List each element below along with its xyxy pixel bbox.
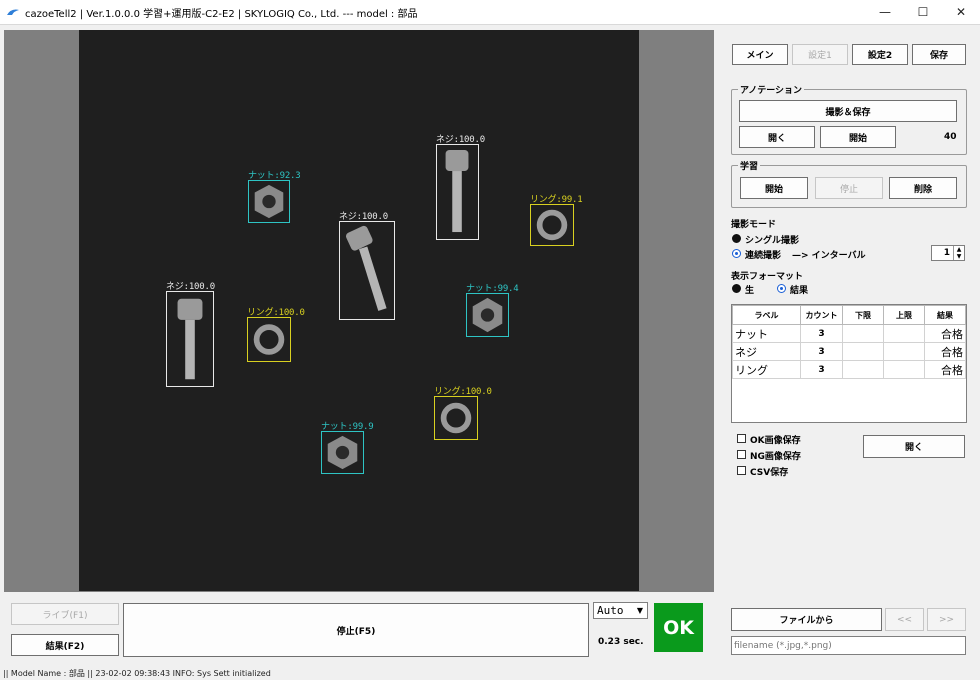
ok-image-save-checkbox[interactable] <box>737 434 746 443</box>
tab-settings2[interactable]: 設定2 <box>852 44 908 65</box>
title-bar: cazoeTell2 | Ver.1.0.0.0 学習+運用版-C2-E2 | … <box>0 0 980 24</box>
single-capture-radio[interactable] <box>732 234 741 243</box>
csv-save-label: CSV保存 <box>750 468 789 478</box>
detection-box: ナット:92.3 <box>248 171 301 223</box>
tab-main[interactable]: メイン <box>732 44 788 65</box>
annotation-start-button[interactable]: 開始 <box>820 126 896 148</box>
capture-save-button[interactable]: 撮影＆保存 <box>739 100 957 122</box>
from-file-button[interactable]: ファイルから <box>731 608 882 631</box>
screw-object <box>177 298 203 380</box>
detection-label: ナット:99.9 <box>321 422 374 432</box>
spinner-arrows-icon[interactable]: ▲ ▼ <box>953 246 964 260</box>
close-button[interactable]: ✕ <box>942 0 980 24</box>
mode-select[interactable]: Auto ▼ <box>593 602 648 619</box>
raw-format-label: 生 <box>745 286 755 296</box>
main-window: ナット:92.3 ネジ:100.0 ネジ:100.0 リング:99.1 ネジ:1… <box>0 24 980 680</box>
column-header: 結果 <box>924 305 966 325</box>
maximize-button[interactable]: ☐ <box>904 0 942 24</box>
column-header: 上限 <box>883 305 925 325</box>
screw-object <box>345 225 387 311</box>
chevron-down-icon[interactable]: ▼ <box>633 603 647 618</box>
tab-settings1[interactable]: 設定1 <box>792 44 848 65</box>
annotation-title: アノテーション <box>738 83 805 96</box>
detection-label: リング:99.1 <box>530 195 583 205</box>
detection-label: ネジ:100.0 <box>166 282 215 292</box>
window-title: cazoeTell2 | Ver.1.0.0.0 学習+運用版-C2-E2 | … <box>25 8 418 20</box>
detection-label: ネジ:100.0 <box>339 212 388 222</box>
nut-object <box>327 435 358 470</box>
interval-stepper[interactable]: 1 ▲ ▼ <box>931 245 965 261</box>
column-header: ラベル <box>732 305 801 325</box>
capture-mode-title: 撮影モード <box>731 220 777 230</box>
ring-object <box>536 209 568 241</box>
interval-label: —> インターバル <box>792 251 866 261</box>
options-open-button[interactable]: 開く <box>863 435 965 458</box>
learning-title: 学習 <box>738 159 761 172</box>
learning-delete-button[interactable]: 削除 <box>889 177 957 199</box>
detection-box: ナット:99.9 <box>321 422 374 474</box>
annotation-open-button[interactable]: 開く <box>739 126 815 148</box>
learning-stop-button[interactable]: 停止 <box>815 177 883 199</box>
continuous-capture-label: 連続撮影 <box>745 251 782 261</box>
annotation-count: 40 <box>944 132 957 142</box>
ring-object <box>440 402 472 434</box>
mode-select-value: Auto <box>597 604 624 617</box>
verdict-indicator: OK <box>654 603 703 652</box>
camera-image: ナット:92.3 ネジ:100.0 ネジ:100.0 リング:99.1 ネジ:1… <box>79 30 639 591</box>
column-header: カウント <box>800 305 843 325</box>
app-logo-icon <box>7 9 19 15</box>
process-time: 0.23 sec. <box>598 637 644 647</box>
result-format-label: 結果 <box>790 286 809 296</box>
continuous-capture-radio[interactable] <box>732 249 741 258</box>
learning-start-button[interactable]: 開始 <box>740 177 808 199</box>
interval-value: 1 <box>943 248 950 258</box>
minimize-button[interactable]: — <box>866 0 904 24</box>
detection-label: ナット:92.3 <box>248 171 301 181</box>
save-button[interactable]: 保存 <box>912 44 966 65</box>
ng-image-save-label: NG画像保存 <box>750 452 801 462</box>
detection-label: ネジ:100.0 <box>436 135 485 145</box>
detection-box: ネジ:100.0 <box>166 282 215 387</box>
detection-box: リング:99.1 <box>530 195 583 246</box>
result-table: ラベル カウント 下限 上限 結果 ナット 3 合格 ネジ 3 合格 リング 3… <box>731 304 967 423</box>
raw-format-radio[interactable] <box>732 284 741 293</box>
result-format-radio[interactable] <box>777 284 786 293</box>
verdict-text: OK <box>663 616 694 639</box>
detection-box: ナット:99.4 <box>466 284 519 337</box>
detection-label: リング:100.0 <box>247 308 305 318</box>
nut-object <box>472 297 503 333</box>
detection-box: リング:100.0 <box>247 308 305 362</box>
image-viewer: ナット:92.3 ネジ:100.0 ネジ:100.0 リング:99.1 ネジ:1… <box>4 30 714 592</box>
csv-save-checkbox[interactable] <box>737 466 746 475</box>
table-row[interactable]: ナット 3 合格 <box>732 324 966 343</box>
single-capture-label: シングル撮影 <box>745 236 800 246</box>
detection-box: ネジ:100.0 <box>436 135 485 240</box>
filename-input[interactable] <box>731 636 966 655</box>
detection-box: リング:100.0 <box>434 387 492 440</box>
table-row[interactable]: リング 3 合格 <box>732 360 966 379</box>
column-header: 下限 <box>842 305 884 325</box>
status-bar: || Model Name : 部品 || 23-02-02 09:38:43 … <box>3 669 271 678</box>
table-row[interactable]: ネジ 3 合格 <box>732 342 966 361</box>
display-format-title: 表示フォーマット <box>731 272 804 282</box>
result-button[interactable]: 結果(F2) <box>11 634 119 656</box>
nut-object <box>254 184 284 219</box>
prev-image-button[interactable]: << <box>885 608 924 631</box>
stop-button[interactable]: 停止(F5) <box>123 603 589 657</box>
detection-label: ナット:99.4 <box>466 284 519 294</box>
detection-label: リング:100.0 <box>434 387 492 397</box>
ring-object <box>253 324 285 355</box>
next-image-button[interactable]: >> <box>927 608 966 631</box>
live-button[interactable]: ライブ(F1) <box>11 603 119 625</box>
screw-object <box>445 150 469 233</box>
detection-box: ネジ:100.0 <box>339 212 395 320</box>
ok-image-save-label: OK画像保存 <box>750 436 801 446</box>
ng-image-save-checkbox[interactable] <box>737 450 746 459</box>
